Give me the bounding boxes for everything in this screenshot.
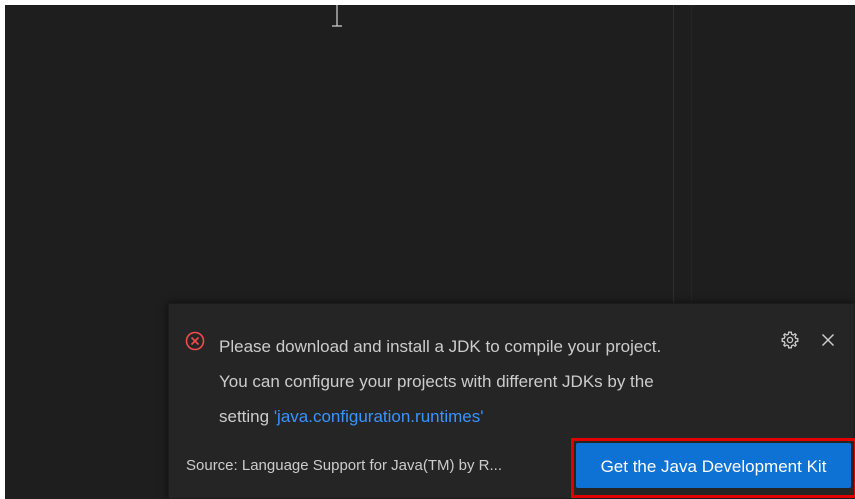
notification-toast: Please download and install a JDK to com… [168,303,855,499]
message-line-1: Please download and install a JDK to com… [219,337,662,356]
notification-source: Source: Language Support for Java(TM) by… [186,457,502,474]
settings-button[interactable] [776,326,804,354]
get-jdk-button[interactable]: Get the Java Development Kit [576,443,851,488]
message-line-2: You can configure your projects with dif… [219,372,654,391]
message-line-3: setting 'java.configuration.runtimes' [219,399,779,434]
gear-icon [781,331,799,349]
error-circle-icon [185,331,205,351]
runtimes-setting-link[interactable]: 'java.configuration.runtimes' [274,407,484,426]
close-icon [821,333,835,347]
text-cursor-icon [332,5,342,27]
notification-message: Please download and install a JDK to com… [219,329,779,434]
message-line-3-prefix: setting [219,407,274,426]
close-button[interactable] [814,326,842,354]
toast-toolbar [776,326,842,354]
